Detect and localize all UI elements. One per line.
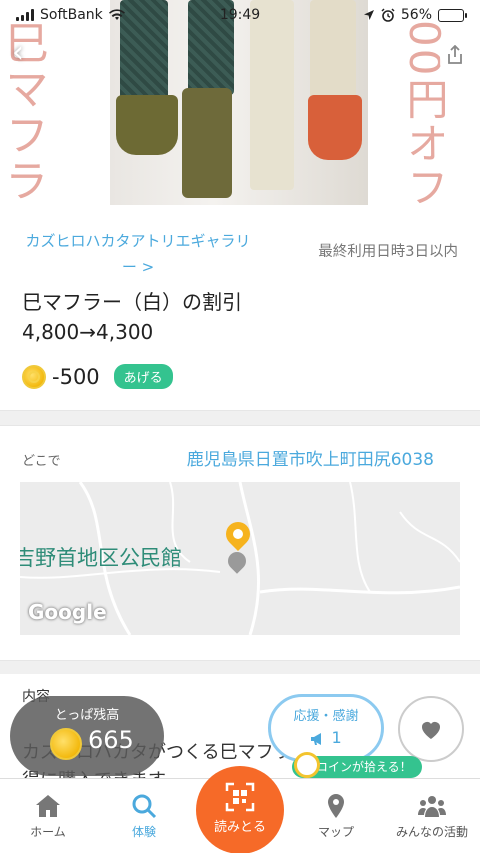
carrier-name: SoftBank bbox=[40, 7, 103, 23]
nav-home-label: ホーム bbox=[30, 825, 66, 839]
qr-scan-icon bbox=[225, 782, 255, 812]
scan-button[interactable]: 読みとる bbox=[196, 766, 284, 853]
coin-icon bbox=[294, 752, 320, 778]
status-bar: SoftBank 19:49 56% bbox=[0, 0, 480, 30]
give-button[interactable]: あげる bbox=[113, 364, 173, 389]
hero-image: 巳マフラー・白 00円オフ bbox=[0, 0, 480, 210]
shop-link[interactable]: カズヒロハカタアトリエギャラリー > bbox=[20, 228, 256, 280]
section-divider bbox=[0, 410, 480, 426]
status-left: SoftBank bbox=[16, 7, 125, 23]
battery-icon bbox=[438, 8, 467, 22]
nav-experience[interactable]: 体験 bbox=[96, 779, 192, 853]
nav-activity[interactable]: みんなの活動 bbox=[384, 779, 480, 853]
coin-icon bbox=[50, 728, 82, 760]
back-button[interactable]: ‹ bbox=[12, 38, 40, 72]
offer-title: 巳マフラー（白）の割引 bbox=[22, 290, 242, 314]
last-use-info: 最終利用日時3日以内 bbox=[318, 244, 458, 260]
cheer-label: 応援・感謝 bbox=[293, 709, 359, 724]
map-pin-icon bbox=[328, 794, 344, 818]
where-label: どこで bbox=[22, 454, 61, 469]
address-link[interactable]: 鹿児島県日置市吹上町田尻6038 bbox=[187, 445, 434, 470]
google-logo: Google bbox=[28, 600, 107, 624]
chevron-left-icon: ‹ bbox=[12, 35, 24, 70]
status-right: 56% bbox=[363, 7, 467, 23]
wifi-icon bbox=[108, 9, 125, 20]
balance-label: とっぱ残高 bbox=[54, 708, 120, 723]
scarf-head-1 bbox=[116, 95, 178, 155]
home-icon bbox=[36, 795, 60, 817]
share-button[interactable] bbox=[440, 40, 470, 70]
product-photo bbox=[110, 0, 368, 205]
cheer-count: 1 bbox=[331, 728, 342, 747]
nav-home[interactable]: ホーム bbox=[0, 779, 96, 853]
balance-pill[interactable]: とっぱ残高 665 bbox=[10, 696, 164, 776]
coin-cost: -500 bbox=[52, 364, 100, 389]
nav-activity-label: みんなの活動 bbox=[395, 825, 468, 839]
scarf-head-2 bbox=[182, 88, 232, 198]
heart-icon bbox=[422, 722, 440, 739]
alarm-icon bbox=[381, 8, 395, 22]
map-view[interactable]: 吉野首地区公民館 Google bbox=[20, 482, 460, 635]
nav-experience-label: 体験 bbox=[131, 825, 156, 839]
location-arrow-icon bbox=[363, 10, 374, 20]
map-place-label: 吉野首地区公民館 bbox=[20, 546, 182, 570]
battery-percent: 56% bbox=[400, 7, 432, 23]
balance-value: 665 bbox=[88, 726, 134, 754]
nav-map[interactable]: マップ bbox=[288, 779, 384, 853]
search-icon bbox=[132, 794, 157, 819]
favorite-button[interactable] bbox=[398, 696, 464, 762]
nav-map-label: マップ bbox=[317, 825, 354, 839]
signal-icon bbox=[16, 9, 34, 21]
scan-label: 読みとる bbox=[213, 820, 266, 835]
cheer-button[interactable]: 応援・感謝 1 bbox=[268, 694, 384, 762]
megaphone-icon bbox=[311, 732, 322, 745]
cheer-count-row: 1 bbox=[271, 728, 381, 747]
share-icon bbox=[448, 45, 462, 64]
coin-cost-row: -500 あげる bbox=[22, 364, 173, 389]
coin-icon bbox=[22, 364, 46, 389]
offer-price: 4,800→4,300 bbox=[22, 320, 154, 344]
scarf-head-orange bbox=[308, 95, 362, 160]
section-divider-2 bbox=[0, 660, 480, 674]
people-icon bbox=[418, 796, 446, 817]
